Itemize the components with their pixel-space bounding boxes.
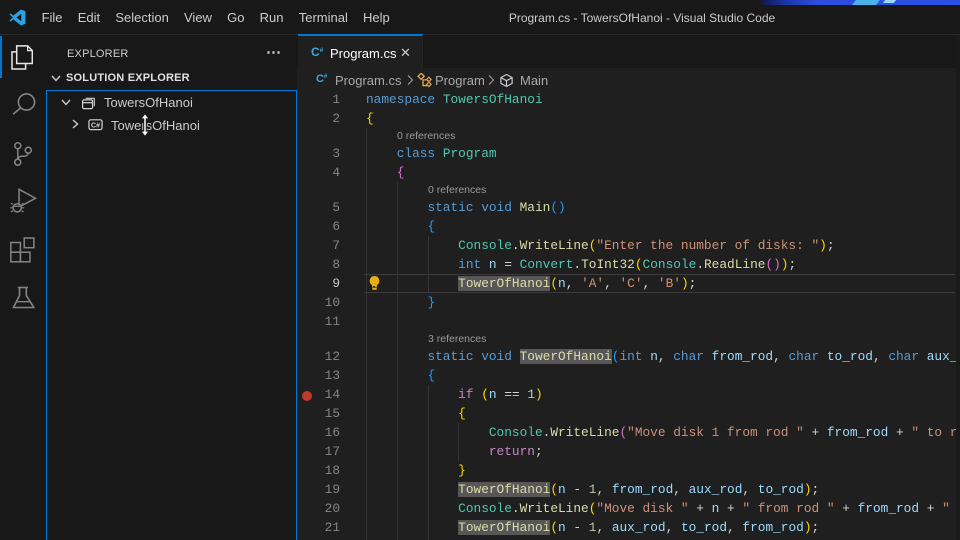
svg-text:C#: C#: [91, 122, 100, 129]
